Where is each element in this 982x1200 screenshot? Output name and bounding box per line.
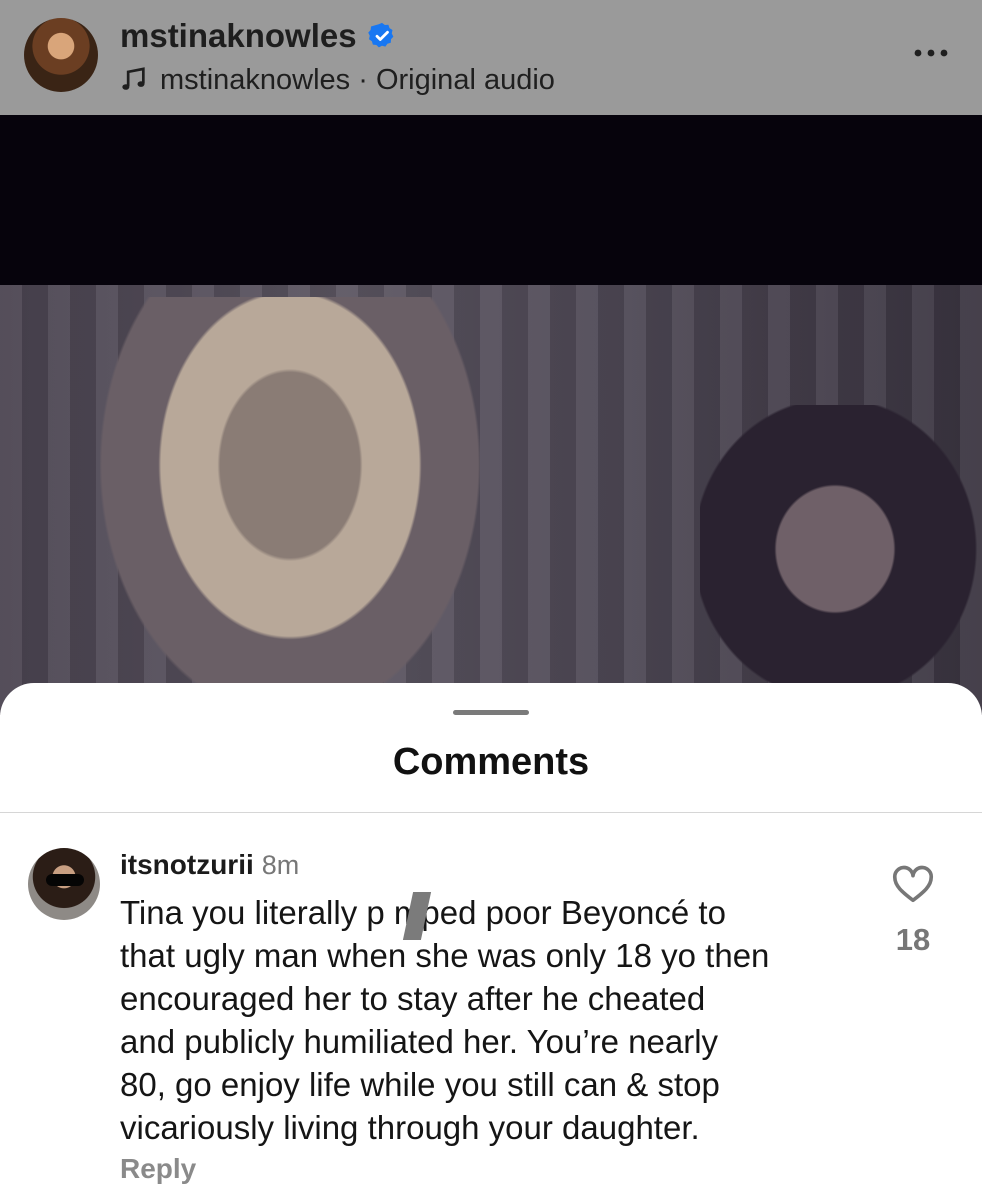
commenter-username[interactable]: itsnotzurii (120, 849, 254, 881)
audio-row[interactable]: mstinaknowles · Original audio (120, 60, 555, 100)
more-options-icon[interactable] (906, 38, 956, 68)
comment-line: and publicly humiliated her. You’re near… (120, 1023, 719, 1060)
avatar-sunglasses (46, 874, 84, 886)
video-person-left (100, 297, 480, 715)
comment-line: Tina you literally p mped poor Beyoncé t… (120, 894, 726, 931)
profile-avatar[interactable] (24, 18, 98, 92)
audio-label: mstinaknowles · Original audio (160, 63, 555, 96)
comments-sheet: Comments itsnotzurii 8m Tina you literal… (0, 683, 982, 1200)
comment-time: 8m (261, 850, 300, 880)
comment-line: vicariously living through your daughter… (120, 1109, 700, 1146)
sheet-title: Comments (392, 741, 590, 783)
sheet-grabber[interactable] (453, 710, 529, 715)
comment-line: encouraged her to stay after he cheated (120, 980, 706, 1017)
video-person-right (700, 405, 982, 715)
username-row: mstinaknowles (120, 16, 397, 56)
like-count: 18 (895, 922, 931, 957)
music-note-icon (122, 67, 145, 90)
video-player[interactable] (0, 115, 982, 715)
comment-item: itsnotzurii 8m Tina you literally p mped… (0, 833, 982, 1200)
verified-badge-icon (367, 22, 393, 48)
username[interactable]: mstinaknowles (120, 17, 357, 55)
comment-line: that ugly man when she was only 18 yo th… (120, 937, 770, 974)
post-header: mstinaknowles mstinaknowles · Original a… (0, 0, 982, 115)
commenter-avatar[interactable] (28, 848, 100, 920)
comment-line: 80, go enjoy life while you still can & … (120, 1066, 720, 1103)
heart-icon[interactable] (891, 863, 935, 903)
comment-text: Tina you literally p mped poor Beyoncé t… (120, 891, 860, 1149)
divider (0, 812, 982, 813)
video-frame (0, 285, 982, 715)
reply-button[interactable]: Reply (120, 1153, 196, 1185)
comment-header: itsnotzurii 8m (120, 849, 299, 881)
